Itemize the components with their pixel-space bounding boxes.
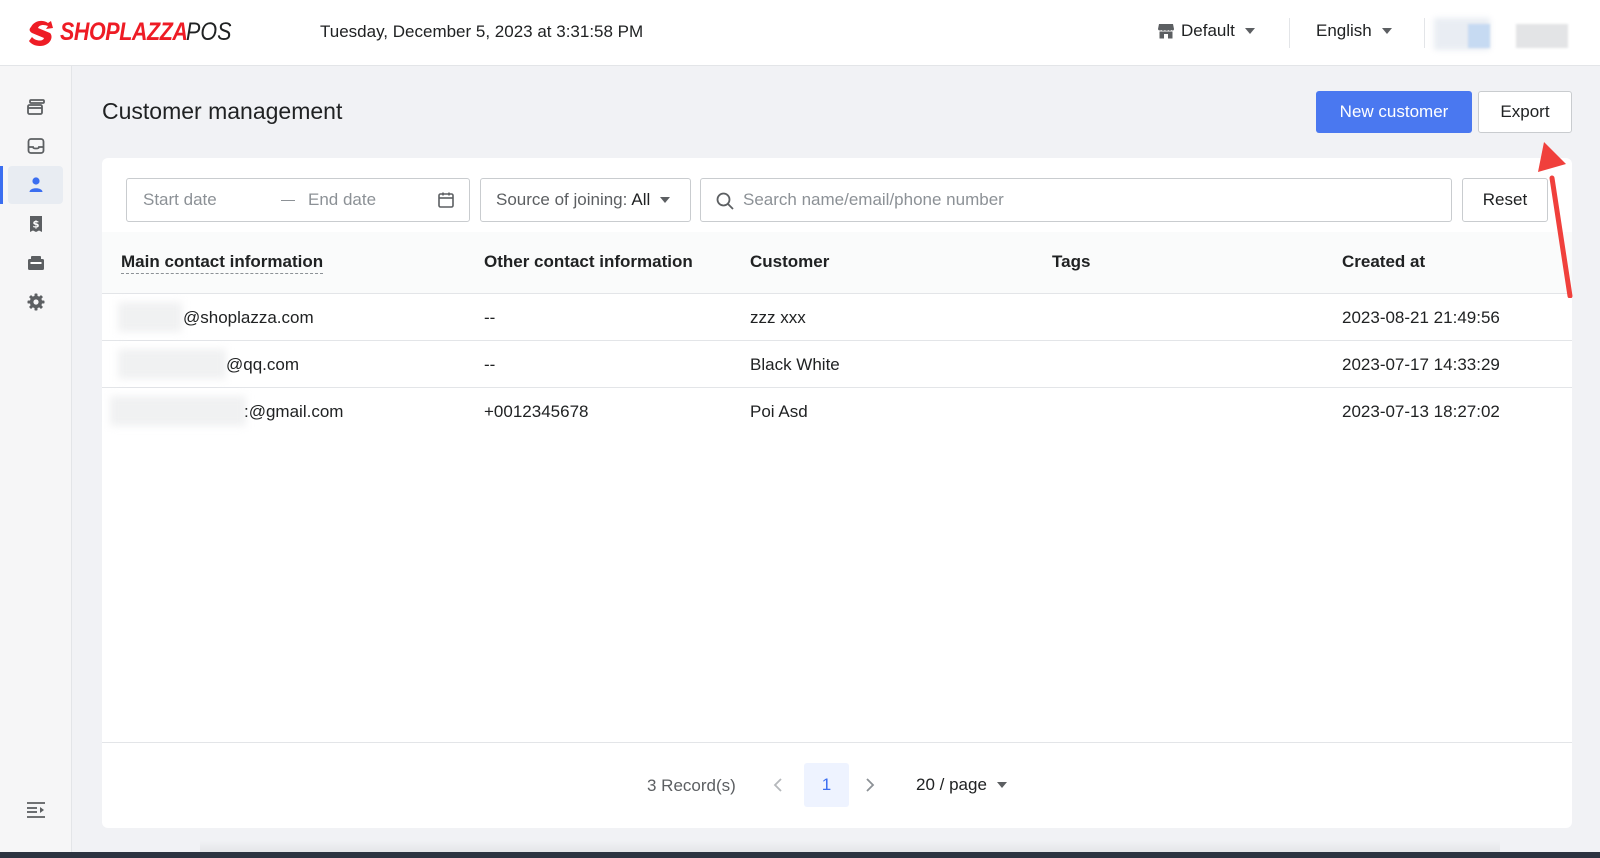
chevron-down-icon — [660, 197, 671, 203]
customer-list-card: Start date End date Source of joining: A… — [102, 158, 1572, 828]
language-label: English — [1316, 21, 1372, 40]
brand-name: SHOPLAZZA — [60, 18, 188, 46]
logo[interactable]: SHOPLAZZA POS — [28, 18, 239, 47]
annotation-arrow-icon — [1538, 142, 1573, 298]
sidebar-item-settings[interactable] — [8, 283, 63, 321]
divider — [1424, 18, 1425, 48]
filter-bar: Start date End date Source of joining: A… — [102, 158, 1572, 232]
main-contact-cell: @shoplazza.com — [183, 308, 314, 327]
date-separator — [281, 200, 295, 201]
date-range-picker[interactable]: Start date End date — [126, 178, 470, 222]
source-label: Source of joining: — [496, 190, 628, 209]
new-customer-button[interactable]: New customer — [1316, 91, 1472, 133]
top-bar: SHOPLAZZA POS Tuesday, December 5, 2023 … — [0, 0, 1600, 66]
receipt-icon: $ — [29, 216, 42, 232]
table-row[interactable]: :@gmail.com +0012345678 Poi Asd 2023-07-… — [102, 388, 1572, 435]
customer-icon — [29, 177, 42, 192]
page-title: Customer management — [102, 98, 343, 124]
language-selector[interactable]: English — [1316, 21, 1392, 41]
main-contact-cell: :@gmail.com — [244, 402, 344, 421]
sidebar-item-register[interactable] — [8, 244, 63, 282]
page-size-label: 20 / page — [916, 775, 987, 794]
brand-suffix: POS — [186, 18, 232, 46]
account-name — [1516, 24, 1568, 48]
page-size-select[interactable]: 20 / page — [916, 775, 1007, 795]
customer-cell[interactable]: Poi Asd — [750, 402, 808, 422]
sidebar-item-finance[interactable]: $ — [8, 205, 63, 243]
export-button[interactable]: Export — [1478, 91, 1572, 133]
other-contact-cell: -- — [484, 355, 496, 374]
column-main-contact: Main contact information — [121, 252, 324, 274]
sidebar-item-inbox[interactable] — [8, 127, 63, 165]
customer-cell[interactable]: zzz xxx — [750, 308, 806, 328]
store-label: Default — [1181, 21, 1235, 40]
page-number-current[interactable]: 1 — [804, 763, 849, 807]
chevron-down-icon — [1381, 28, 1392, 34]
column-other-contact: Other contact information — [484, 252, 693, 271]
calendar-icon — [438, 192, 454, 208]
chevron-left-icon — [773, 778, 782, 792]
search-input[interactable] — [743, 187, 1433, 213]
chevron-down-icon — [1244, 28, 1255, 34]
column-tags: Tags — [1052, 252, 1091, 271]
other-contact-cell: +0012345678 — [484, 402, 589, 421]
account-menu[interactable] — [1434, 12, 1574, 54]
avatar-image — [1468, 24, 1490, 48]
table-header: Main contact information Other contact i… — [102, 232, 1572, 294]
search-box[interactable] — [700, 178, 1452, 222]
svg-text:$: $ — [32, 220, 39, 231]
current-datetime: Tuesday, December 5, 2023 at 3:31:58 PM — [320, 22, 644, 41]
store-icon — [1158, 24, 1174, 39]
window-edge — [0, 852, 1600, 858]
gear-icon — [27, 293, 44, 311]
register-icon — [27, 256, 44, 270]
orders-icon — [26, 99, 45, 115]
customer-cell[interactable]: Black White — [750, 355, 840, 375]
store-selector[interactable]: Default — [1157, 21, 1255, 41]
column-customer: Customer — [750, 252, 830, 271]
source-value: All — [631, 190, 651, 209]
other-contact-cell: -- — [484, 308, 496, 327]
source-of-joining-select[interactable]: Source of joining: All — [480, 178, 691, 222]
divider — [1289, 18, 1290, 48]
end-date-field[interactable]: End date — [308, 190, 376, 210]
redacted-text — [118, 349, 226, 379]
collapse-sidebar-icon[interactable] — [25, 800, 47, 820]
chevron-down-icon — [996, 782, 1007, 788]
table-row[interactable]: @shoplazza.com -- zzz xxx 2023-08-21 21:… — [102, 294, 1572, 341]
created-at-cell: 2023-07-17 14:33:29 — [1342, 355, 1500, 374]
record-count: 3 Record(s) — [647, 776, 736, 795]
column-created-at[interactable]: Created at — [1342, 252, 1425, 272]
table-row[interactable]: @qq.com -- Black White 2023-07-17 14:33:… — [102, 341, 1572, 388]
pagination: 3 Record(s) 1 20 / page — [102, 742, 1572, 828]
search-icon — [716, 192, 734, 210]
chevron-right-icon — [866, 778, 875, 792]
redacted-text — [118, 302, 182, 332]
sidebar: $ — [0, 66, 72, 858]
previous-page-button[interactable] — [766, 771, 790, 799]
sidebar-item-customers[interactable] — [8, 166, 63, 204]
start-date-field[interactable]: Start date — [143, 190, 217, 210]
inbox-icon — [27, 138, 44, 154]
redacted-text — [110, 396, 246, 426]
main-contact-cell: @qq.com — [226, 355, 300, 374]
active-indicator — [0, 166, 3, 204]
created-at-cell: 2023-08-21 21:49:56 — [1342, 308, 1500, 327]
next-page-button[interactable] — [858, 771, 882, 799]
sidebar-item-orders[interactable] — [8, 88, 63, 126]
created-at-cell: 2023-07-13 18:27:02 — [1342, 402, 1500, 421]
shoplazza-logo-icon — [29, 20, 53, 46]
